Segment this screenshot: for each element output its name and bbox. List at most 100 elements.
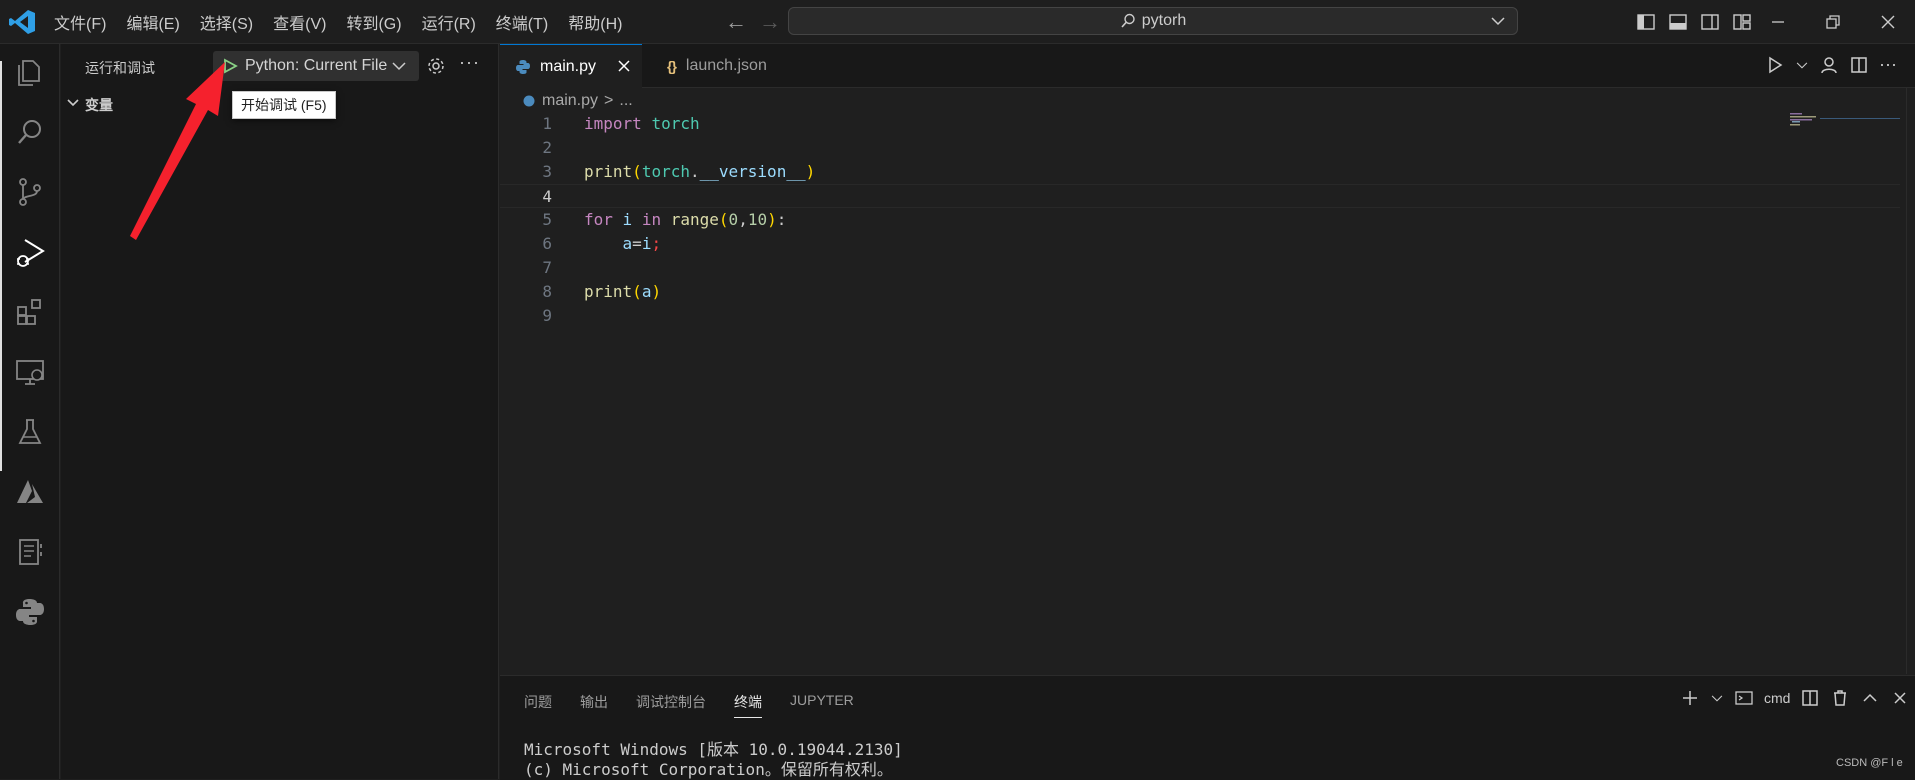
forward-arrow-icon[interactable]: → [759, 9, 781, 35]
chevron-down-icon[interactable] [1710, 688, 1724, 708]
menu-run[interactable]: 运行(R) [412, 10, 486, 34]
debug-configuration-select[interactable]: Python: Current File [213, 51, 419, 81]
activity-bar [0, 44, 60, 779]
breadcrumb-file[interactable]: main.py [542, 92, 598, 110]
code-token: in [641, 210, 662, 229]
tab-main-py[interactable]: main.py [500, 44, 642, 88]
split-editor-icon[interactable] [1849, 55, 1869, 75]
trash-icon[interactable] [1830, 688, 1850, 708]
tab-launch-json[interactable]: {} launch.json [643, 44, 803, 88]
new-terminal-plus-icon[interactable] [1680, 688, 1700, 708]
code-token: for [584, 210, 613, 229]
breadcrumb-symbol[interactable]: ... [619, 92, 632, 110]
code-token: ) [805, 162, 816, 181]
command-center-text: pytorh [1141, 12, 1187, 29]
code-token: print [584, 282, 633, 301]
tab-jupyter[interactable]: JUPYTER [790, 692, 854, 718]
editor-tab-bar: main.py {} launch.json [500, 44, 1915, 88]
maximize-panel-chevron-up-icon[interactable] [1860, 688, 1880, 708]
code-token: 10 [747, 210, 768, 229]
menu-view[interactable]: 查看(V) [263, 10, 336, 34]
tab-output[interactable]: 输出 [580, 692, 608, 718]
code-token: import [584, 114, 642, 133]
chevron-down-icon[interactable] [1795, 55, 1809, 75]
source-control-icon[interactable] [10, 172, 50, 212]
account-icon[interactable] [1819, 55, 1839, 75]
breadcrumb: main.py > ... [522, 92, 633, 110]
python-icon[interactable] [10, 592, 50, 632]
code-token: ( [632, 162, 642, 181]
window-controls [1750, 0, 1915, 44]
line-number: 1 [542, 114, 552, 133]
code-token: ) [767, 210, 777, 229]
menu-edit[interactable]: 编辑(E) [116, 10, 189, 34]
more-actions-icon[interactable]: ··· [459, 52, 480, 73]
command-center[interactable]: pytorh [788, 7, 1518, 35]
azure-icon[interactable] [10, 472, 50, 512]
line-number: 8 [542, 282, 552, 301]
code-token: ( [632, 282, 642, 301]
menu-selection[interactable]: 选择(S) [190, 10, 263, 34]
code-token: ; [651, 234, 662, 253]
chevron-down-icon[interactable] [391, 58, 407, 74]
code-token: torch [651, 114, 700, 133]
menu-terminal[interactable]: 终端(T) [486, 10, 558, 34]
menu-file[interactable]: 文件(F) [44, 10, 116, 34]
remote-explorer-icon[interactable] [10, 352, 50, 392]
code-line: 5 for i in range(0,10): [500, 208, 1900, 232]
tab-terminal[interactable]: 终端 [734, 692, 762, 718]
notebook-icon[interactable] [10, 532, 50, 572]
layout-controls [1635, 11, 1753, 33]
terminal-output[interactable]: Microsoft Windows [版本 10.0.19044.2130] (c… [524, 740, 903, 780]
close-window-icon[interactable] [1860, 0, 1915, 44]
menu-help[interactable]: 帮助(H) [558, 10, 632, 34]
editor-actions: ··· [1765, 54, 1897, 75]
code-line-text: print(torch.__version__) [584, 162, 816, 181]
code-line-text: import torch [584, 112, 700, 136]
close-tab-icon[interactable] [616, 58, 632, 74]
explorer-icon[interactable] [10, 52, 50, 92]
code-token: ( [718, 210, 729, 229]
run-python-file-icon[interactable] [1765, 55, 1785, 75]
line-number: 7 [542, 258, 552, 277]
restore-icon[interactable] [1805, 0, 1860, 44]
breadcrumb-separator: > [604, 92, 614, 109]
minimap[interactable] [1790, 112, 1900, 152]
toggle-panel-icon[interactable] [1667, 11, 1689, 33]
minimize-icon[interactable] [1750, 0, 1805, 44]
close-panel-icon[interactable] [1890, 688, 1910, 708]
more-actions-icon[interactable]: ··· [1879, 54, 1897, 75]
code-token: a [641, 282, 652, 301]
tab-debug-console[interactable]: 调试控制台 [636, 692, 706, 718]
search-icon [1121, 13, 1135, 28]
toggle-primary-sidebar-icon[interactable] [1635, 11, 1657, 33]
panel-actions: cmd [1680, 688, 1910, 708]
code-line: 7 [500, 256, 1900, 280]
json-file-icon: {} [667, 58, 677, 74]
editor-vertical-scrollbar[interactable] [1906, 88, 1915, 674]
extensions-icon[interactable] [10, 292, 50, 332]
terminal-line: Microsoft Windows [版本 10.0.19044.2130] [524, 740, 903, 759]
variables-section-label: 变量 [85, 97, 113, 113]
toggle-secondary-sidebar-icon[interactable] [1699, 11, 1721, 33]
gear-icon[interactable] [426, 56, 446, 76]
navigation-arrows: ← → [725, 0, 781, 44]
run-and-debug-icon[interactable] [10, 232, 50, 272]
split-terminal-icon[interactable] [1800, 688, 1820, 708]
tab-problems[interactable]: 问题 [524, 692, 552, 718]
chevron-down-icon[interactable] [1489, 12, 1507, 30]
title-bar: 文件(F) 编辑(E) 选择(S) 查看(V) 转到(G) 运行(R) 终端(T… [0, 0, 1915, 44]
terminal-cmd-icon [1735, 691, 1753, 705]
python-file-icon [523, 95, 535, 107]
search-icon[interactable] [10, 112, 50, 152]
back-arrow-icon[interactable]: ← [725, 9, 747, 35]
terminal-name[interactable]: cmd [1764, 690, 1790, 706]
code-line-text: a=i; [622, 234, 662, 253]
menu-go[interactable]: 转到(G) [336, 10, 411, 34]
chevron-down-icon [67, 99, 79, 107]
menu-bar: 文件(F) 编辑(E) 选择(S) 查看(V) 转到(G) 运行(R) 终端(T… [44, 0, 632, 44]
code-editor[interactable]: 1 import torch 2 3 print(torch.__version… [500, 112, 1900, 328]
testing-flask-icon[interactable] [10, 412, 50, 452]
code-token: ) [651, 282, 662, 301]
activity-bar-scroll-indicator [0, 61, 2, 471]
